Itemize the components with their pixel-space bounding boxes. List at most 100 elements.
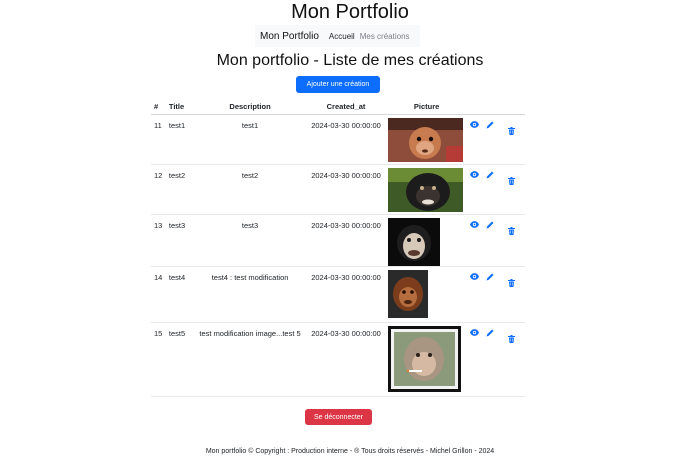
row-edit-cell (482, 266, 499, 323)
row-delete-cell (498, 322, 525, 397)
pencil-icon[interactable] (486, 329, 494, 339)
row-picture (386, 164, 467, 215)
column-header-created-at: Created_at (305, 99, 387, 115)
column-header-edit (482, 99, 499, 115)
row-id: 12 (151, 164, 169, 215)
row-created-at-text: 2024-03-30 00:00:00 (311, 221, 381, 230)
creation-thumbnail (387, 218, 440, 266)
row-title: test3 (168, 214, 195, 267)
row-title-text: test4 (168, 273, 186, 282)
row-title: test5 (168, 322, 195, 397)
table-row: 15 test5 test modification image...test 5 2… (151, 322, 525, 397)
column-header-id: # (151, 99, 169, 115)
creations-table: # Title Description Created_at Picture 1… (151, 99, 525, 397)
eye-icon[interactable] (470, 273, 479, 282)
navbar-brand[interactable]: Mon Portfolio (260, 31, 319, 42)
table-header-row: # Title Description Created_at Picture (151, 99, 525, 115)
row-description: test1 (194, 114, 306, 165)
row-view-cell (466, 114, 483, 165)
table-row: 14 test4 test4 : test modification 2024-03-… (151, 266, 525, 323)
row-delete-cell (498, 164, 525, 215)
row-delete-cell (498, 114, 525, 165)
row-id: 14 (151, 266, 169, 323)
add-creation-button[interactable]: Ajouter une création (296, 76, 380, 93)
creation-thumbnail (387, 326, 461, 392)
row-created-at-text: 2024-03-30 00:00:00 (311, 121, 381, 130)
column-header-title: Title (168, 99, 195, 115)
row-delete-cell (498, 266, 525, 323)
row-created-at: 2024-03-30 00:00:00 (305, 164, 387, 215)
row-id-text: 13 (154, 221, 163, 230)
row-id: 15 (151, 322, 169, 397)
row-title-text: test5 (168, 329, 186, 338)
nav-link-accueil[interactable]: Accueil (329, 32, 355, 41)
column-header-view (466, 99, 483, 115)
row-view-cell (466, 164, 483, 215)
row-description: test4 : test modification (194, 266, 306, 323)
row-delete-cell (498, 214, 525, 267)
pencil-icon[interactable] (486, 121, 494, 131)
row-title: test1 (168, 114, 195, 165)
row-id-text: 11 (154, 121, 162, 130)
site-title: Mon Portfolio (291, 1, 409, 23)
column-header-picture: Picture (386, 99, 467, 115)
row-created-at-text: 2024-03-30 00:00:00 (311, 273, 381, 282)
trash-icon[interactable] (508, 177, 516, 187)
table-row: 13 test3 test3 2024-03-30 00:00:00 (151, 214, 525, 267)
trash-icon[interactable] (508, 335, 516, 345)
trash-icon[interactable] (508, 127, 516, 137)
row-edit-cell (482, 322, 499, 397)
eye-icon[interactable] (470, 121, 479, 130)
row-created-at: 2024-03-30 00:00:00 (305, 266, 387, 323)
row-description-text: test4 : test modification (211, 273, 289, 282)
eye-icon[interactable] (470, 329, 479, 338)
row-description: test modification image...test 5 (194, 322, 306, 397)
row-edit-cell (482, 164, 499, 215)
row-description-text: test2 (241, 171, 259, 180)
column-header-description: Description (194, 99, 306, 115)
row-created-at-text: 2024-03-30 00:00:00 (311, 171, 381, 180)
trash-icon[interactable] (508, 279, 516, 289)
row-description: test3 (194, 214, 306, 267)
page-title: Mon portfolio - Liste de mes créations (216, 52, 484, 69)
row-picture (386, 114, 467, 165)
row-created-at-text: 2024-03-30 00:00:00 (311, 329, 381, 338)
row-description-text: test modification image...test 5 (199, 329, 301, 338)
pencil-icon[interactable] (486, 221, 494, 231)
row-picture (386, 322, 467, 397)
row-title-text: test3 (168, 221, 186, 230)
row-edit-cell (482, 214, 499, 267)
eye-icon[interactable] (470, 221, 479, 230)
row-id-text: 12 (154, 171, 163, 180)
row-view-cell (466, 322, 483, 397)
row-title: test2 (168, 164, 195, 215)
row-picture (386, 214, 467, 267)
eye-icon[interactable] (470, 171, 479, 180)
column-header-delete (498, 99, 525, 115)
row-view-cell (466, 214, 483, 267)
navbar: Mon Portfolio Accueil Mes créations (255, 25, 420, 47)
logout-button[interactable]: Se déconnecter (305, 409, 372, 425)
row-edit-cell (482, 114, 499, 165)
table-row: 12 test2 test2 2024-03-30 00:00:00 (151, 164, 525, 215)
row-created-at: 2024-03-30 00:00:00 (305, 214, 387, 267)
row-created-at: 2024-03-30 00:00:00 (305, 322, 387, 397)
creation-thumbnail (387, 270, 428, 318)
row-id: 11 (151, 114, 169, 165)
row-description-text: test3 (241, 221, 259, 230)
table-row: 11 test1 test1 2024-03-30 00:00:00 (151, 114, 525, 165)
row-title: test4 (168, 266, 195, 323)
pencil-icon[interactable] (486, 171, 494, 181)
footer: Mon portfolio © Copyright : Production i… (205, 448, 495, 455)
row-title-text: test2 (168, 171, 186, 180)
row-id-text: 15 (154, 329, 163, 338)
row-picture (386, 266, 467, 323)
nav-link-mes-creations[interactable]: Mes créations (360, 32, 410, 41)
trash-icon[interactable] (508, 227, 516, 237)
row-title-text: test1 (168, 121, 186, 130)
row-description-text: test1 (241, 121, 259, 130)
row-view-cell (466, 266, 483, 323)
row-id: 13 (151, 214, 169, 267)
pencil-icon[interactable] (486, 273, 494, 283)
row-description: test2 (194, 164, 306, 215)
